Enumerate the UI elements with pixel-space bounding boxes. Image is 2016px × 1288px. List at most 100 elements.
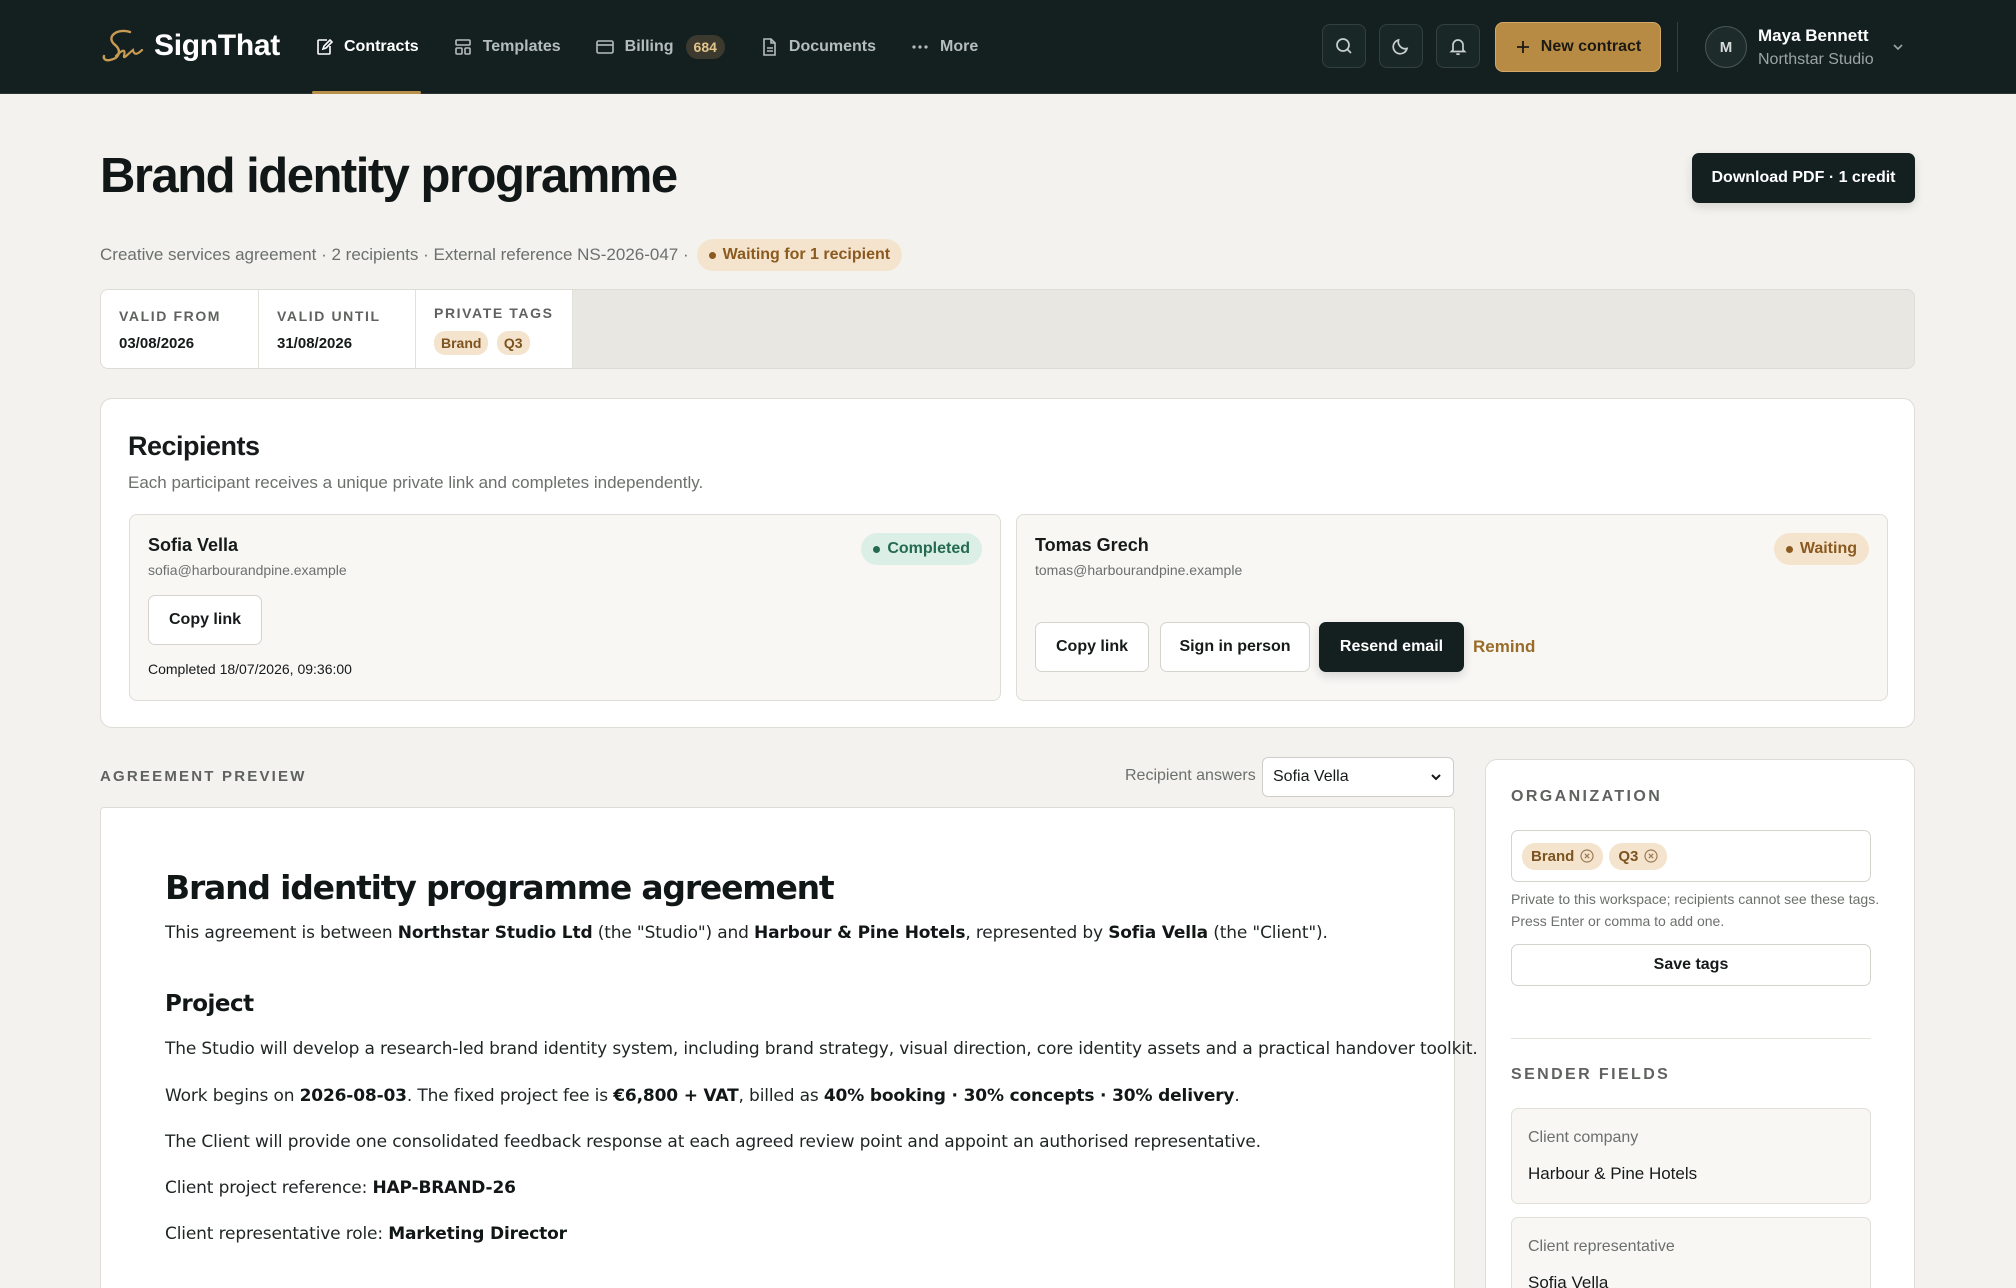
valid-from-value: 03/08/2026 — [119, 335, 195, 352]
chevron-down-icon[interactable] — [1888, 37, 1908, 57]
nav-label: Documents — [788, 38, 877, 55]
save-tags-button[interactable]: Save tags — [1511, 944, 1871, 986]
nav-item-billing[interactable]: Billing 684 — [593, 0, 727, 94]
valid-until-cell: VALID UNTIL 31/08/2026 — [259, 290, 416, 368]
sign-in-person-button[interactable]: Sign in person — [1160, 622, 1310, 672]
project-fee: €6,800 + VAT — [613, 1086, 739, 1106]
chevron-down-icon — [1431, 774, 1441, 781]
billing-icon — [595, 40, 614, 54]
representative-name: Sofia Vella — [1108, 923, 1208, 943]
avatar[interactable]: M — [1705, 26, 1747, 68]
valid-from-label: VALID FROM — [119, 308, 222, 324]
fee-text: Work begins on — [165, 1086, 300, 1106]
recipients-title: Recipients — [128, 431, 260, 461]
intro-text: , represented by — [965, 923, 1109, 943]
main-nav: Contracts Templates Billing 684 Document… — [312, 0, 1010, 94]
recipients-panel: Recipients Each participant receives a u… — [100, 398, 1915, 728]
feedback-paragraph: The Client will provide one consolidated… — [165, 1132, 1261, 1152]
recipients-subtitle: Each participant receives a unique priva… — [128, 473, 704, 492]
nav-label: Billing — [624, 38, 674, 55]
user-organization: Northstar Studio — [1758, 51, 1874, 68]
remind-link[interactable]: Remind — [1473, 637, 1535, 657]
project-heading: Project — [165, 991, 254, 1017]
status-dot-icon — [708, 251, 716, 259]
document-icon — [763, 38, 776, 56]
sender-field-client-company[interactable]: Client company Harbour & Pine Hotels — [1511, 1108, 1871, 1204]
organization-label: ORGANIZATION — [1511, 788, 1663, 805]
contract-icon — [317, 38, 334, 55]
page-title: Brand identity programme — [100, 149, 678, 203]
agreement-preview-label: AGREEMENT PREVIEW — [100, 768, 307, 785]
nav-item-more[interactable]: More — [908, 0, 980, 94]
fee-text: . — [1234, 1086, 1240, 1106]
tag-chip: Brand — [1522, 842, 1604, 870]
field-label: Client company — [1528, 1129, 1639, 1146]
nav-item-contracts[interactable]: Contracts — [312, 0, 421, 94]
private-tags-list: Brand Q3 — [434, 331, 554, 355]
private-tags-label: PRIVATE TAGS — [434, 305, 554, 321]
signature-logo-icon — [102, 29, 144, 62]
tag-chip: Q3 — [1609, 842, 1668, 870]
tag-label: Brand — [1531, 847, 1575, 865]
status-badge: Waiting for 1 recipient — [696, 239, 903, 271]
tag-chip: Q3 — [496, 331, 530, 355]
status-badge: Waiting — [1773, 533, 1869, 565]
role-label: Client representative role: — [165, 1224, 389, 1244]
remove-tag-icon[interactable] — [1580, 849, 1594, 863]
new-contract-label: New contract — [1540, 38, 1642, 55]
field-label: Client representative — [1528, 1238, 1675, 1255]
tags-help-text: Private to this workspace; recipients ca… — [1511, 891, 1880, 929]
intro-text: (the "Client"). — [1207, 923, 1328, 943]
download-pdf-button[interactable]: Download PDF · 1 credit — [1692, 153, 1915, 203]
search-button[interactable] — [1322, 24, 1366, 68]
nav-label: Contracts — [344, 38, 419, 55]
bell-icon — [1449, 39, 1467, 56]
recipient-answers-select[interactable]: Sofia Vella — [1262, 757, 1454, 797]
fee-text: . The fixed project fee is — [406, 1086, 614, 1106]
notifications-button[interactable] — [1436, 24, 1480, 68]
theme-toggle-button[interactable] — [1379, 24, 1423, 68]
completed-timestamp: Completed 18/07/2026, 09:36:00 — [148, 661, 352, 677]
nav-label: More — [940, 38, 979, 55]
fee-text: , billed as — [738, 1086, 824, 1106]
nav-divider — [1677, 22, 1678, 72]
templates-icon — [454, 39, 471, 55]
copy-link-button[interactable]: Copy link — [148, 595, 262, 645]
status-dot-icon — [873, 545, 881, 553]
valid-from-cell: VALID FROM 03/08/2026 — [101, 290, 259, 368]
private-tags-cell: PRIVATE TAGS Brand Q3 — [416, 290, 573, 368]
status-text: Waiting for 1 recipient — [722, 246, 891, 263]
selected-recipient: Sofia Vella — [1273, 768, 1349, 785]
organization-panel: ORGANIZATION Brand Q3 Private to this wo… — [1485, 759, 1915, 1288]
recipient-email: tomas@harbourandpine.example — [1035, 562, 1243, 578]
client-name: Harbour & Pine Hotels — [754, 923, 966, 943]
sender-fields-label: SENDER FIELDS — [1511, 1066, 1671, 1083]
sender-field-client-representative[interactable]: Client representative Sofia Vella — [1511, 1217, 1871, 1288]
resend-email-button[interactable]: Resend email — [1319, 622, 1464, 672]
nav-item-templates[interactable]: Templates — [451, 0, 563, 94]
valid-until-value: 31/08/2026 — [277, 335, 353, 352]
copy-link-button[interactable]: Copy link — [1035, 622, 1149, 672]
app-logo[interactable]: SignThat — [100, 26, 280, 66]
intro-text: (the "Studio") and — [592, 923, 755, 943]
reference-label: Client project reference: — [165, 1178, 373, 1198]
divider — [1511, 1038, 1871, 1039]
billing-schedule: 40% booking · 30% concepts · 30% deliver… — [823, 1086, 1235, 1106]
field-value: Harbour & Pine Hotels — [1528, 1164, 1698, 1183]
recipient-email: sofia@harbourandpine.example — [148, 562, 347, 578]
remove-tag-icon[interactable] — [1644, 849, 1658, 863]
user-name[interactable]: Maya Bennett — [1758, 26, 1869, 46]
role-value: Marketing Director — [388, 1224, 567, 1244]
contract-meta-text: Creative services agreement · 2 recipien… — [100, 245, 689, 264]
tags-input[interactable]: Brand Q3 — [1511, 830, 1871, 882]
recipient-answers-label: Recipient answers — [1125, 767, 1256, 784]
document-title: Brand identity programme agreement — [165, 868, 835, 907]
nav-item-documents[interactable]: Documents — [757, 0, 878, 94]
tag-label: Q3 — [1618, 847, 1639, 865]
billing-credits-badge: 684 — [685, 35, 725, 59]
contract-details-strip: VALID FROM 03/08/2026 VALID UNTIL 31/08/… — [100, 289, 1915, 369]
tag-chip: Brand — [434, 331, 489, 355]
new-contract-button[interactable]: New contract — [1495, 22, 1661, 72]
valid-until-label: VALID UNTIL — [277, 308, 381, 324]
top-navigation-bar: SignThat Contracts Templates Billing 684 — [0, 0, 2016, 94]
